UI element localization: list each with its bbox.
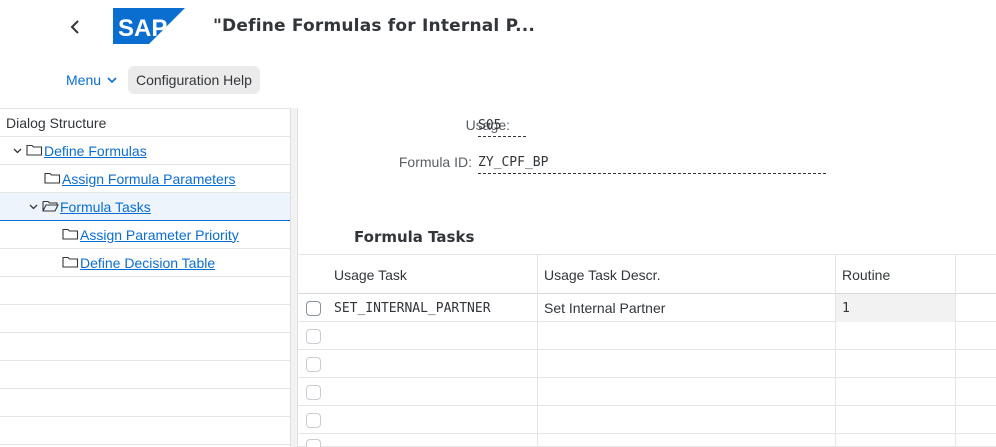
row-checkbox[interactable]: [305, 328, 321, 344]
toolbar: Menu Configuration Help: [0, 62, 996, 98]
dialog-structure-panel: Dialog Structure Define Formulas Assign …: [0, 108, 290, 447]
formula-id-label: Formula ID:: [398, 154, 472, 170]
row-selector[interactable]: [298, 378, 328, 406]
row-selector[interactable]: [298, 406, 328, 434]
table-row[interactable]: [298, 378, 996, 406]
row-checkbox[interactable]: [305, 439, 321, 447]
cell-usage-task-descr[interactable]: Set Internal Partner: [538, 294, 836, 322]
tree-item-label[interactable]: Define Decision Table: [80, 255, 215, 271]
sap-logo: SAP: [113, 8, 185, 44]
section-title: Formula Tasks: [354, 228, 475, 246]
tree-item-label[interactable]: Define Formulas: [44, 143, 147, 159]
back-button[interactable]: [62, 12, 88, 42]
tree-empty-row: [0, 417, 290, 445]
tree-item-label[interactable]: Formula Tasks: [60, 199, 151, 215]
tree-item-formula-tasks[interactable]: Formula Tasks: [0, 193, 290, 221]
row-selector[interactable]: [298, 322, 328, 350]
table-row[interactable]: [298, 406, 996, 434]
chevron-down-icon[interactable]: [10, 148, 24, 154]
table-header: Usage Task Usage Task Descr. Routine: [298, 254, 996, 295]
formula-id-field[interactable]: ZY_CPF_BP: [478, 155, 826, 174]
panel-splitter[interactable]: [290, 108, 298, 447]
menu-label: Menu: [66, 72, 102, 88]
cell-usage-task-descr[interactable]: [538, 322, 836, 350]
cell-routine[interactable]: [836, 322, 956, 350]
tree-item-define-formulas[interactable]: Define Formulas: [0, 137, 290, 165]
tree-item-define-decision-table[interactable]: Define Decision Table: [0, 249, 290, 277]
tree-empty-row: [0, 333, 290, 361]
row-checkbox[interactable]: [305, 300, 321, 316]
chevron-down-icon[interactable]: [26, 204, 40, 210]
tree-empty-row: [0, 389, 290, 417]
folder-icon: [26, 143, 44, 159]
page-title: "Define Formulas for Internal P...: [213, 16, 536, 36]
row-checkbox[interactable]: [305, 412, 321, 428]
cell-usage-task[interactable]: [328, 406, 538, 434]
chevron-down-icon: [107, 76, 117, 83]
cell-usage-task[interactable]: [328, 322, 538, 350]
cell-routine[interactable]: [836, 350, 956, 378]
row-selector[interactable]: [298, 350, 328, 378]
cell-usage-task-descr[interactable]: [538, 350, 836, 378]
tree-item-assign-parameter-priority[interactable]: Assign Parameter Priority: [0, 221, 290, 249]
tree-item-assign-formula-parameters[interactable]: Assign Formula Parameters: [0, 165, 290, 193]
cell-usage-task[interactable]: [328, 434, 538, 447]
cell-usage-task[interactable]: [328, 350, 538, 378]
table-row[interactable]: [298, 322, 996, 350]
dialog-structure-header: Dialog Structure: [0, 109, 290, 137]
chevron-left-icon: [70, 20, 79, 34]
folder-open-icon: [42, 199, 60, 215]
row-checkbox[interactable]: [305, 356, 321, 372]
select-all-column: [298, 255, 328, 295]
cell-routine[interactable]: 1: [836, 294, 956, 322]
usage-field[interactable]: S05: [478, 118, 526, 137]
cell-routine[interactable]: [836, 406, 956, 434]
column-header-usage-task-descr[interactable]: Usage Task Descr.: [538, 255, 836, 295]
tree-item-label[interactable]: Assign Parameter Priority: [80, 227, 239, 243]
cell-routine[interactable]: [836, 434, 956, 447]
row-selector[interactable]: [298, 434, 328, 447]
table-row[interactable]: [298, 350, 996, 378]
folder-icon: [44, 171, 62, 187]
shell-header: SAP "Define Formulas for Internal P...: [0, 0, 996, 58]
cell-usage-task[interactable]: SET_INTERNAL_PARTNER: [328, 294, 538, 322]
cell-routine[interactable]: [836, 378, 956, 406]
tree-empty-row: [0, 361, 290, 389]
folder-icon: [62, 255, 80, 271]
tree-item-label[interactable]: Assign Formula Parameters: [62, 171, 236, 187]
tree-empty-row: [0, 277, 290, 305]
column-header-usage-task[interactable]: Usage Task: [328, 255, 538, 295]
row-checkbox[interactable]: [305, 384, 321, 400]
cell-usage-task-descr[interactable]: [538, 378, 836, 406]
column-header-routine[interactable]: Routine: [836, 255, 956, 295]
folder-icon: [62, 227, 80, 243]
row-selector[interactable]: [298, 294, 328, 322]
cell-usage-task-descr[interactable]: [538, 434, 836, 447]
cell-usage-task[interactable]: [328, 378, 538, 406]
cell-usage-task-descr[interactable]: [538, 406, 836, 434]
svg-text:SAP: SAP: [118, 15, 167, 42]
menu-button[interactable]: Menu: [66, 66, 117, 94]
table-row[interactable]: SET_INTERNAL_PARTNER Set Internal Partne…: [298, 294, 996, 322]
table-row[interactable]: [298, 434, 996, 447]
configuration-help-button[interactable]: Configuration Help: [128, 66, 260, 94]
tree-empty-row: [0, 305, 290, 333]
details-panel: Usage: S05 Formula ID: ZY_CPF_BP Formula…: [298, 108, 996, 447]
